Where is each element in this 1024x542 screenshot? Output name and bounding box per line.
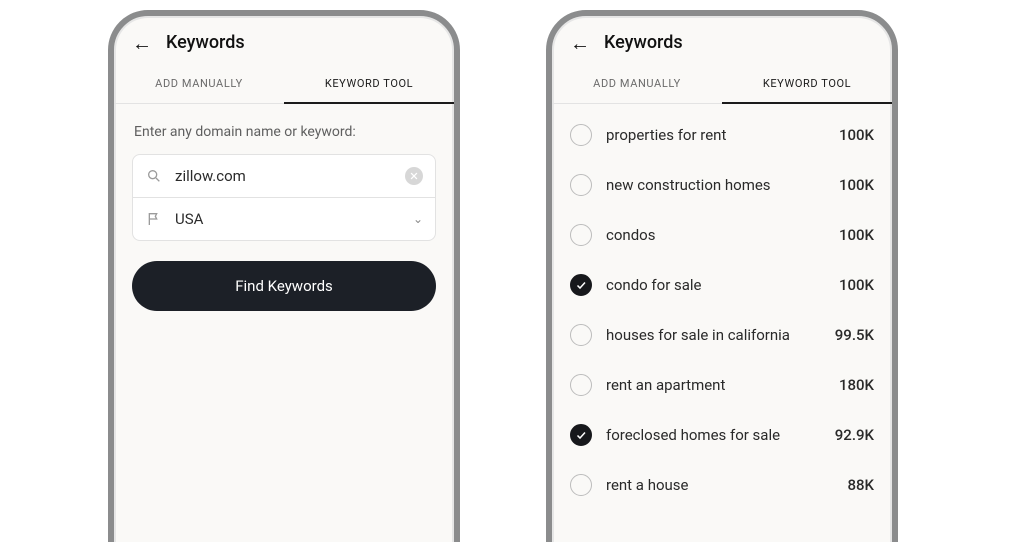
keyword-label: rent a house bbox=[606, 476, 833, 494]
body: Enter any domain name or keyword: zillow… bbox=[114, 104, 454, 311]
keyword-row[interactable]: foreclosed homes for sale 92.9K bbox=[552, 410, 892, 460]
domain-input[interactable]: zillow.com bbox=[132, 154, 436, 198]
keyword-row[interactable]: houses for sale in california 99.5K bbox=[552, 310, 892, 360]
keyword-row[interactable]: rent a house 88K bbox=[552, 460, 892, 510]
checkbox-unchecked-icon[interactable] bbox=[570, 474, 592, 496]
tab-add-manually[interactable]: ADD MANUALLY bbox=[114, 65, 284, 104]
back-arrow-icon[interactable]: ← bbox=[570, 33, 590, 53]
domain-input-value: zillow.com bbox=[175, 167, 405, 185]
country-select[interactable]: USA ⌄ bbox=[132, 198, 436, 241]
keyword-count: 99.5K bbox=[835, 326, 874, 344]
chevron-down-icon: ⌄ bbox=[413, 212, 423, 226]
keyword-label: rent an apartment bbox=[606, 376, 825, 394]
keyword-count: 100K bbox=[839, 176, 874, 194]
tab-keyword-tool[interactable]: KEYWORD TOOL bbox=[284, 65, 454, 104]
checkbox-unchecked-icon[interactable] bbox=[570, 124, 592, 146]
back-arrow-icon[interactable]: ← bbox=[132, 33, 152, 53]
keyword-label: condos bbox=[606, 226, 825, 244]
checkbox-unchecked-icon[interactable] bbox=[570, 224, 592, 246]
keyword-row[interactable]: properties for rent 100K bbox=[552, 110, 892, 160]
keyword-row[interactable]: condo for sale 100K bbox=[552, 260, 892, 310]
keyword-count: 180K bbox=[839, 376, 874, 394]
checkbox-checked-icon[interactable] bbox=[570, 274, 592, 296]
tabs: ADD MANUALLY KEYWORD TOOL bbox=[114, 65, 454, 104]
prompt-text: Enter any domain name or keyword: bbox=[134, 124, 436, 140]
phone-screen-keyword-results: ← Keywords ADD MANUALLY KEYWORD TOOL pro… bbox=[546, 10, 898, 542]
search-icon bbox=[145, 167, 163, 185]
tab-keyword-tool[interactable]: KEYWORD TOOL bbox=[722, 65, 892, 104]
header: ← Keywords bbox=[552, 16, 892, 63]
phone-screen-keyword-tool-input: ← Keywords ADD MANUALLY KEYWORD TOOL Ent… bbox=[108, 10, 460, 542]
keyword-count: 100K bbox=[839, 226, 874, 244]
country-select-value: USA bbox=[175, 210, 413, 228]
find-keywords-button[interactable]: Find Keywords bbox=[132, 261, 436, 311]
tabs: ADD MANUALLY KEYWORD TOOL bbox=[552, 65, 892, 104]
keyword-count: 100K bbox=[839, 276, 874, 294]
header: ← Keywords bbox=[114, 16, 454, 63]
keyword-label: new construction homes bbox=[606, 176, 825, 194]
checkbox-unchecked-icon[interactable] bbox=[570, 324, 592, 346]
checkbox-unchecked-icon[interactable] bbox=[570, 374, 592, 396]
tab-add-manually[interactable]: ADD MANUALLY bbox=[552, 65, 722, 104]
keyword-results-list: properties for rent100Knew construction … bbox=[552, 110, 892, 510]
keyword-row[interactable]: condos 100K bbox=[552, 210, 892, 260]
keyword-label: properties for rent bbox=[606, 126, 825, 144]
keyword-label: condo for sale bbox=[606, 276, 825, 294]
keyword-count: 100K bbox=[839, 126, 874, 144]
keyword-count: 92.9K bbox=[835, 426, 874, 444]
clear-input-icon[interactable] bbox=[405, 167, 423, 185]
keyword-row[interactable]: rent an apartment 180K bbox=[552, 360, 892, 410]
keyword-label: foreclosed homes for sale bbox=[606, 426, 821, 444]
keyword-count: 88K bbox=[847, 476, 874, 494]
keyword-label: houses for sale in california bbox=[606, 326, 821, 344]
page-title: Keywords bbox=[604, 32, 683, 53]
page-title: Keywords bbox=[166, 32, 245, 53]
flag-icon bbox=[145, 210, 163, 228]
checkbox-checked-icon[interactable] bbox=[570, 424, 592, 446]
checkbox-unchecked-icon[interactable] bbox=[570, 174, 592, 196]
find-keywords-label: Find Keywords bbox=[235, 277, 333, 295]
keyword-row[interactable]: new construction homes 100K bbox=[552, 160, 892, 210]
